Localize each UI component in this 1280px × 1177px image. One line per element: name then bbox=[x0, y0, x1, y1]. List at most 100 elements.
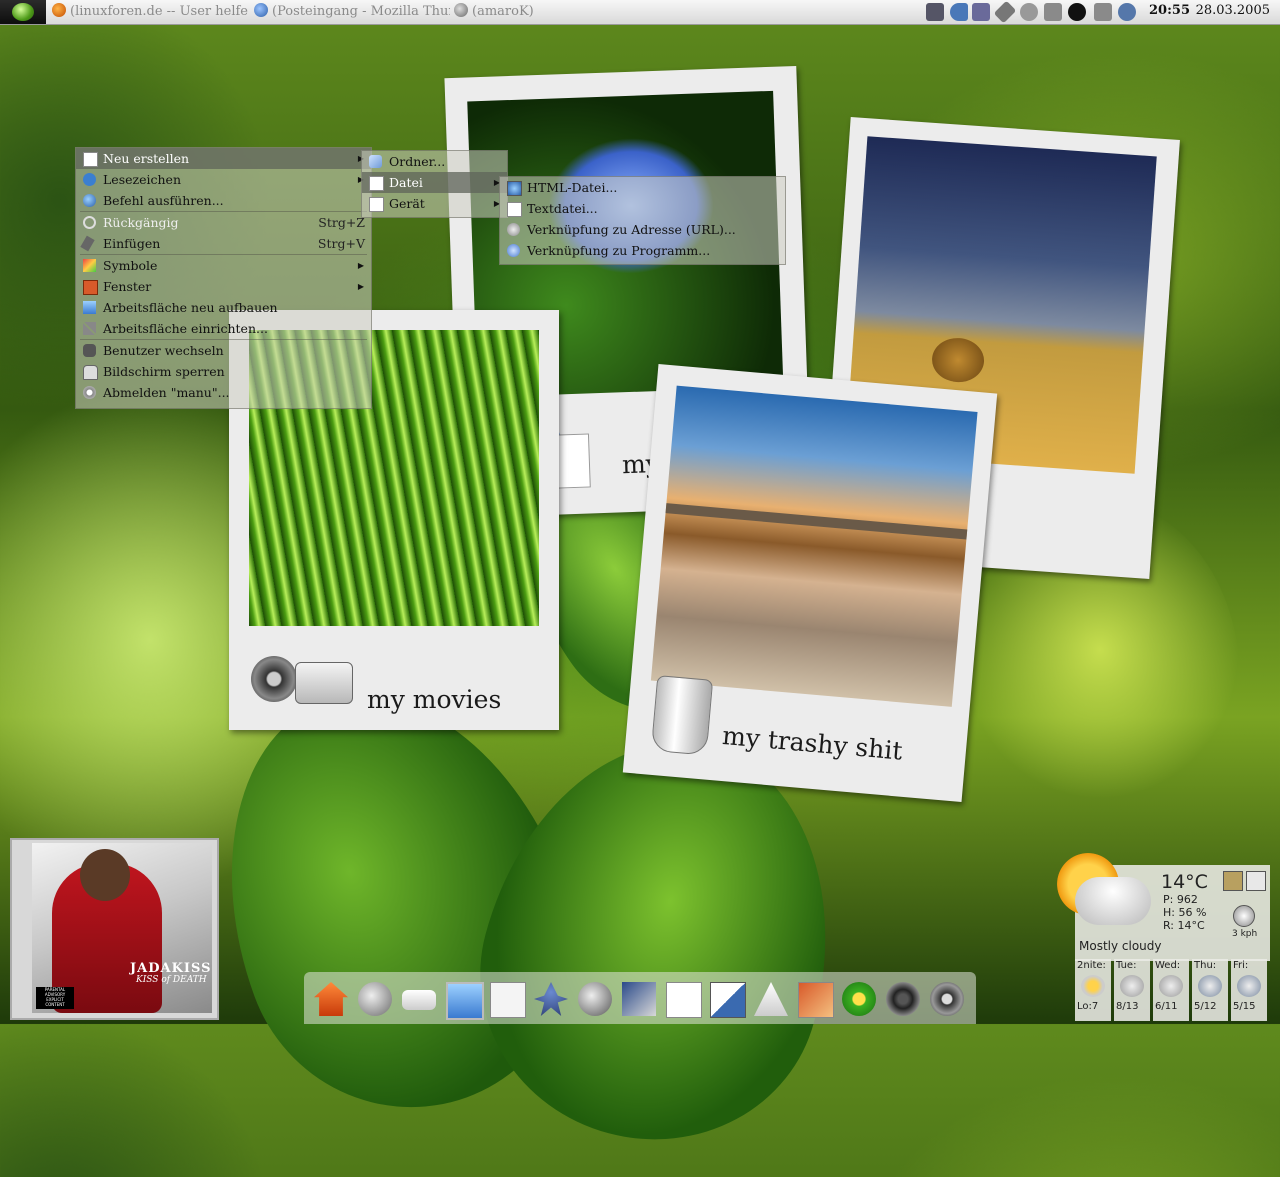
menu-item-paste[interactable]: Einfügen Strg+V bbox=[76, 233, 371, 254]
usb-icon[interactable] bbox=[993, 0, 1017, 24]
dock bbox=[304, 972, 976, 1024]
polaroid-trash[interactable]: my trashy shit bbox=[622, 363, 998, 803]
forecast-day-label: 2nite: bbox=[1077, 960, 1106, 971]
amarok-icon bbox=[454, 3, 468, 17]
task-firefox[interactable]: (linuxforen.de -- User helfen U bbox=[52, 3, 248, 21]
firefox-icon bbox=[52, 3, 66, 17]
page-icon bbox=[369, 197, 384, 212]
hay-bale bbox=[930, 336, 986, 384]
folder-icon bbox=[369, 155, 382, 168]
download-icon[interactable] bbox=[1044, 3, 1062, 21]
menu-item-undo[interactable]: Rückgängig Strg+Z bbox=[76, 212, 371, 233]
home-icon[interactable] bbox=[314, 982, 348, 1016]
album-cover[interactable]: JADAKISS KISS of DEATH PARENTAL ADVISORY… bbox=[10, 838, 219, 1020]
globe-icon[interactable] bbox=[578, 982, 612, 1016]
html-file-icon bbox=[507, 181, 522, 196]
menu-item-program-link[interactable]: Verknüpfung zu Programm... bbox=[500, 240, 785, 261]
forecast-day-label: Wed: bbox=[1155, 960, 1181, 971]
link-icon bbox=[507, 223, 520, 236]
submenu-arrow-icon: ▶ bbox=[357, 261, 364, 270]
page-icon bbox=[83, 152, 98, 167]
menu-item-text-file[interactable]: Textdatei... bbox=[500, 198, 785, 219]
network-icon[interactable] bbox=[358, 982, 392, 1016]
submenu-file: HTML-Datei... Textdatei... Verknüpfung z… bbox=[499, 176, 786, 265]
menu-item-bookmarks[interactable]: Lesezeichen▶ bbox=[76, 169, 371, 190]
clock[interactable]: 20:55 bbox=[1149, 3, 1190, 18]
menu-item-url-link[interactable]: Verknüpfung zu Adresse (URL)... bbox=[500, 219, 785, 240]
office-icon[interactable] bbox=[666, 982, 702, 1018]
trash-can-icon bbox=[647, 665, 716, 756]
forecast-day-label: Fri: bbox=[1233, 960, 1249, 971]
menu-item-folder[interactable]: Ordner... bbox=[362, 151, 507, 172]
k-menu-icon bbox=[12, 3, 34, 21]
submenu-new: Ordner... Datei ▶ Gerät ▶ bbox=[361, 150, 508, 218]
graphics-icon[interactable] bbox=[798, 982, 834, 1018]
forecast-temps: 6/11 bbox=[1155, 1001, 1178, 1012]
page-icon bbox=[369, 176, 384, 191]
task-label: (amaroK) bbox=[472, 4, 534, 19]
forecast-day: Wed: 6/11 bbox=[1153, 959, 1189, 1021]
thunderbird-icon bbox=[254, 3, 268, 17]
info-icon[interactable] bbox=[1020, 3, 1038, 21]
date[interactable]: 28.03.2005 bbox=[1196, 3, 1270, 18]
menu-item-logout[interactable]: Abmelden "manu"... bbox=[76, 382, 371, 403]
forecast-day-label: Thu: bbox=[1194, 960, 1217, 971]
terminal-icon[interactable] bbox=[490, 982, 526, 1018]
monitor-icon[interactable] bbox=[926, 3, 944, 21]
switch-user-icon bbox=[83, 344, 96, 357]
menu-item-lock-screen[interactable]: Bildschirm sperren bbox=[76, 361, 371, 382]
drive-icon[interactable] bbox=[402, 990, 436, 1010]
forecast-day: Fri: 5/15 bbox=[1231, 959, 1267, 1021]
thunderbird-icon[interactable] bbox=[622, 982, 656, 1016]
editor-icon[interactable] bbox=[710, 982, 746, 1018]
photo-highway bbox=[650, 385, 978, 707]
kopete-icon[interactable] bbox=[534, 982, 568, 1016]
kopete-tray-icon[interactable] bbox=[1118, 3, 1136, 21]
menu-item-device[interactable]: Gerät ▶ bbox=[362, 193, 507, 214]
forecast-day: 2nite: Lo:7 bbox=[1075, 959, 1111, 1021]
caption-my-trashy-shit: my trashy shit bbox=[721, 720, 904, 766]
k-menu-button[interactable] bbox=[0, 0, 46, 24]
forecast-day: Tue: 8/13 bbox=[1114, 959, 1150, 1021]
forecast-temps: 5/15 bbox=[1233, 1001, 1256, 1012]
menu-item-new[interactable]: Neu erstellen▶ bbox=[76, 148, 371, 169]
window-icon bbox=[83, 280, 98, 295]
heart-icon bbox=[83, 173, 96, 186]
forecast-cloud-icon bbox=[1159, 975, 1183, 997]
menu-item-html-file[interactable]: HTML-Datei... bbox=[500, 177, 785, 198]
menu-item-refresh-desktop[interactable]: Arbeitsfläche neu aufbauen bbox=[76, 297, 371, 318]
radar-icon[interactable] bbox=[1223, 871, 1243, 891]
highway-bridge bbox=[665, 503, 968, 540]
menu-item-run-command[interactable]: Befehl ausführen... bbox=[76, 190, 371, 211]
forecast-temps: 5/12 bbox=[1194, 1001, 1217, 1012]
messenger-icon[interactable] bbox=[1094, 3, 1112, 21]
tools-icon bbox=[83, 322, 96, 335]
forecast-temps: Lo:7 bbox=[1077, 1001, 1099, 1012]
task-label: (linuxforen.de -- User helfen U bbox=[70, 4, 248, 19]
menu-item-configure-desktop[interactable]: Arbeitsfläche einrichten... bbox=[76, 318, 371, 339]
pressure: P: 962 bbox=[1163, 893, 1198, 906]
network-tray-icon[interactable] bbox=[972, 3, 990, 21]
menu-item-switch-user[interactable]: Benutzer wechseln bbox=[76, 340, 371, 361]
task-amarok[interactable]: (amaroK) bbox=[454, 3, 574, 21]
apps-icon[interactable] bbox=[754, 982, 788, 1016]
bomb-icon[interactable] bbox=[1068, 3, 1086, 21]
settings-icon[interactable] bbox=[1246, 871, 1266, 891]
desktop-icon bbox=[83, 301, 96, 314]
task-thunderbird[interactable]: (Posteingang - Mozilla Thund bbox=[254, 3, 450, 21]
caption-my-movies: my movies bbox=[367, 685, 502, 714]
album-title: KISS of DEATH bbox=[136, 975, 207, 985]
lock-icon bbox=[83, 365, 98, 380]
speaker-icon[interactable] bbox=[886, 982, 920, 1016]
bp-icon[interactable] bbox=[842, 982, 876, 1016]
menu-item-icons[interactable]: Symbole ▶ bbox=[76, 255, 371, 276]
film-icon[interactable] bbox=[930, 982, 964, 1016]
weather-widget: 14°C P: 962 H: 56 % R: 14°C 3 kph Mostly… bbox=[1053, 853, 1270, 1024]
paste-icon bbox=[80, 235, 95, 252]
album-art: JADAKISS KISS of DEATH PARENTAL ADVISORY… bbox=[32, 843, 212, 1013]
movie-camera-icon bbox=[251, 642, 355, 716]
menu-item-windows[interactable]: Fenster ▶ bbox=[76, 276, 371, 297]
volume-icon[interactable] bbox=[950, 3, 968, 21]
computer-icon[interactable] bbox=[446, 982, 484, 1020]
menu-item-file[interactable]: Datei ▶ bbox=[362, 172, 507, 193]
